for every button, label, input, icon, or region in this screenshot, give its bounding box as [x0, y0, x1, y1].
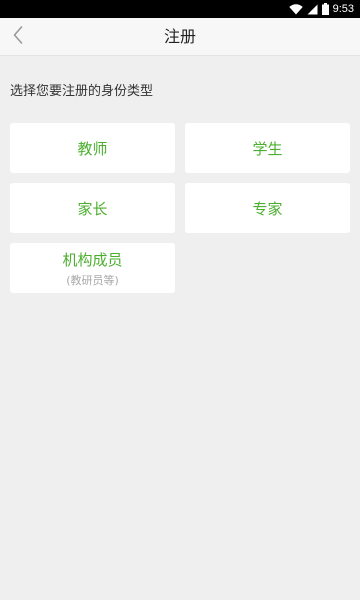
status-time: 9:53: [332, 3, 354, 15]
student-option-button[interactable]: 学生: [185, 123, 350, 173]
battery-icon: [321, 3, 329, 15]
organization-member-option-button[interactable]: 机构成员 (教研员等): [10, 243, 175, 293]
teacher-option-button[interactable]: 教师: [10, 123, 175, 173]
parent-option-button[interactable]: 家长: [10, 183, 175, 233]
wifi-icon: [288, 3, 303, 15]
page-title: 注册: [163, 27, 196, 46]
expert-option-button[interactable]: 专家: [185, 183, 350, 233]
status-bar: 9:53: [0, 0, 360, 18]
status-icons: 9:53: [288, 0, 354, 18]
identity-prompt: 选择您要注册的身份类型: [10, 84, 154, 99]
nav-bar: 注册: [0, 18, 360, 56]
option-label: 机构成员: [62, 250, 123, 269]
option-label: 学生: [252, 139, 283, 158]
option-label: 家长: [77, 199, 108, 218]
option-sublabel: (教研员等): [66, 273, 119, 287]
option-label: 专家: [252, 199, 283, 218]
cellular-signal-icon: [307, 4, 318, 15]
option-label: 教师: [77, 139, 108, 158]
